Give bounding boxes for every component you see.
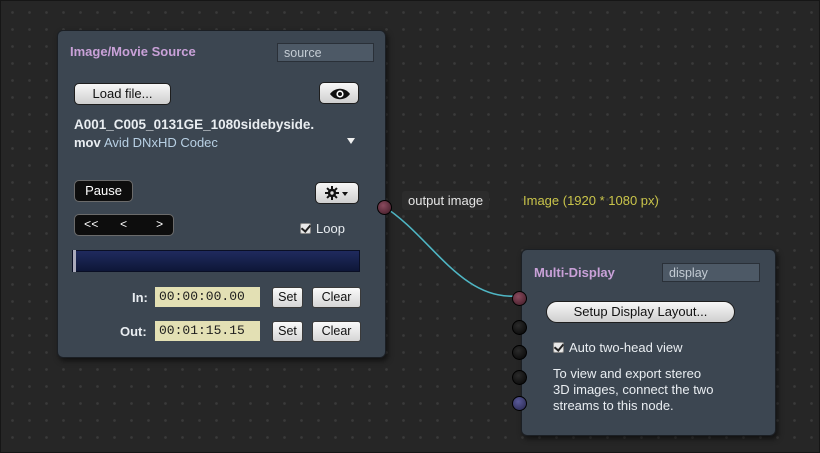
clear-out-button[interactable]: Clear — [312, 321, 361, 342]
load-file-button[interactable]: Load file... — [74, 83, 171, 105]
loop-checkbox[interactable]: Loop — [300, 221, 345, 236]
setup-display-layout-button[interactable]: Setup Display Layout... — [546, 301, 735, 323]
auto-two-head-label: Auto two-head view — [569, 340, 683, 355]
input-port-3[interactable] — [512, 345, 527, 360]
timeline-scrubber[interactable] — [72, 250, 360, 272]
in-label: In: — [132, 290, 148, 305]
node-title: Multi-Display — [534, 265, 615, 280]
multi-display-node[interactable]: Multi-Display display Setup Display Layo… — [521, 249, 776, 436]
output-info: Image (1920 * 1080 px) — [523, 193, 659, 208]
eye-icon — [330, 88, 350, 100]
node-title: Image/Movie Source — [70, 44, 196, 59]
out-label: Out: — [120, 324, 147, 339]
help-text-line3: streams to this node. — [553, 398, 674, 413]
input-port-4[interactable] — [512, 370, 527, 385]
checkbox-icon — [553, 342, 564, 353]
pause-button[interactable]: Pause — [74, 180, 133, 202]
input-port-1[interactable] — [512, 291, 527, 306]
output-port-label: output image — [402, 191, 490, 210]
auto-two-head-checkbox[interactable]: Auto two-head view — [553, 340, 682, 355]
image-movie-source-node[interactable]: Image/Movie Source source Load file... A… — [57, 30, 386, 358]
out-point-field[interactable]: 00:01:15.15 — [155, 321, 260, 341]
help-text-line2: 3D images, connect the two — [553, 382, 714, 397]
help-text-line1: To view and export stereo — [553, 366, 702, 381]
filename-extension: mov — [74, 135, 101, 150]
playhead-handle[interactable] — [73, 250, 76, 272]
checkbox-icon — [300, 223, 311, 234]
input-port-2[interactable] — [512, 320, 527, 335]
playback-nav-buttons[interactable]: << < > — [74, 214, 174, 236]
clear-in-button[interactable]: Clear — [312, 287, 361, 308]
loop-label: Loop — [316, 221, 345, 236]
triangle-down-icon[interactable] — [347, 138, 355, 144]
codec-text: Avid DNxHD Codec — [104, 135, 218, 150]
output-port[interactable] — [377, 200, 392, 215]
in-point-field[interactable]: 00:00:00.00 — [155, 287, 260, 307]
input-port-5[interactable] — [512, 396, 527, 411]
settings-menu-button[interactable] — [315, 182, 359, 204]
gear-icon — [325, 186, 348, 200]
node-name-field[interactable]: display — [662, 263, 760, 282]
node-name-field[interactable]: source — [277, 43, 374, 62]
set-out-button[interactable]: Set — [272, 321, 303, 342]
filename-text: A001_C005_0131GE_1080sidebyside. — [74, 117, 315, 132]
preview-toggle-button[interactable] — [319, 82, 359, 104]
set-in-button[interactable]: Set — [272, 287, 303, 308]
